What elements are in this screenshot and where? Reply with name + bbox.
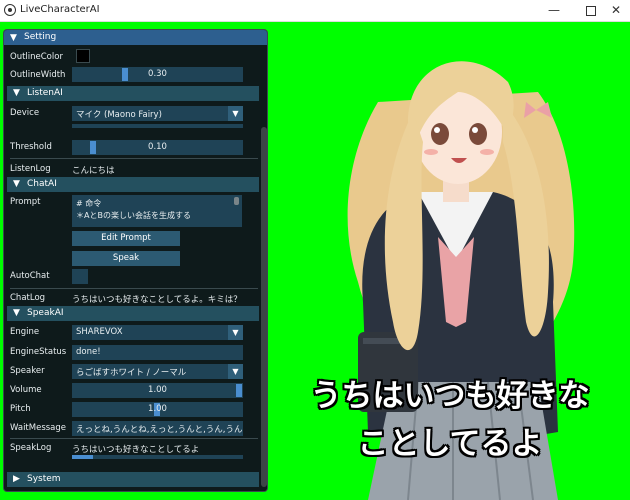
device-label: Device — [10, 108, 40, 118]
panel-title: Setting — [24, 32, 57, 42]
engine-combo[interactable]: SHAREVOX ▼ — [72, 325, 243, 340]
device-value: マイク (Maono Fairy) — [76, 110, 162, 120]
volume-slider[interactable]: 1.00 — [72, 383, 243, 398]
window-title: LiveCharacterAI — [20, 4, 100, 15]
speakai-title: SpeakAI — [27, 308, 64, 318]
eye-left — [431, 123, 449, 145]
threshold-value: 0.10 — [148, 142, 167, 152]
speaklog-progress-fill — [72, 455, 93, 459]
collapse-icon[interactable]: ▼ — [10, 33, 17, 43]
settings-panel: ▼ Setting OutlineColor OutlineWidth 0.30… — [3, 29, 268, 492]
chevron-down-icon[interactable]: ▼ — [228, 364, 243, 379]
outline-width-value: 0.30 — [148, 69, 167, 79]
speaklog-progress — [72, 455, 243, 459]
window-titlebar: LiveCharacterAI — ✕ — [0, 0, 630, 22]
subtitle-line2: ことしてるよ — [357, 426, 543, 462]
outline-width-slider[interactable]: 0.30 — [72, 67, 243, 82]
engine-status-value: done! — [76, 347, 101, 357]
outline-width-label: OutlineWidth — [10, 70, 66, 80]
device-level-meter — [72, 124, 243, 128]
pitch-slider[interactable]: 1.00 — [72, 402, 243, 417]
app-icon — [4, 4, 16, 16]
chatai-title: ChatAI — [27, 179, 57, 189]
autochat-label: AutoChat — [10, 271, 50, 281]
divider — [10, 438, 258, 439]
speaklog-label: SpeakLog — [10, 443, 52, 453]
threshold-label: Threshold — [10, 142, 52, 152]
waitmessage-value: えっとね,うんとね,えっと,うんと,うん,うんうん — [76, 425, 243, 435]
prompt-line2: ＊AとBの楽しい会話を生成する — [76, 211, 191, 220]
speaker-label: Speaker — [10, 366, 45, 376]
close-button[interactable]: ✕ — [598, 0, 630, 21]
listenai-title: ListenAI — [27, 88, 63, 98]
speakai-header[interactable]: ▼ SpeakAI — [7, 306, 259, 321]
pitch-value: 1.00 — [148, 404, 167, 414]
waitmessage-input[interactable]: えっとね,うんとね,えっと,うんと,うん,うんうん — [72, 421, 243, 436]
listenlog-value: こんにちは — [72, 166, 115, 176]
speak-button[interactable]: Speak — [72, 251, 180, 266]
volume-label: Volume — [10, 385, 42, 395]
speaklog-value: うちはいつも好きなことしてるよ — [72, 445, 200, 455]
outline-color-swatch[interactable] — [76, 49, 90, 63]
engine-status-label: EngineStatus — [10, 347, 67, 357]
collapse-icon: ▼ — [13, 88, 20, 98]
panel-titlebar[interactable]: ▼ Setting — [4, 30, 267, 45]
prompt-line1: # 命令 — [76, 199, 102, 208]
minimize-button[interactable]: — — [536, 0, 572, 21]
autochat-checkbox[interactable] — [72, 269, 88, 284]
prompt-label: Prompt — [10, 197, 41, 207]
listenai-header[interactable]: ▼ ListenAI — [7, 86, 259, 101]
collapse-icon: ▼ — [13, 308, 20, 318]
expand-icon: ▶ — [13, 474, 20, 484]
edit-prompt-button[interactable]: Edit Prompt — [72, 231, 180, 246]
outline-color-label: OutlineColor — [10, 52, 63, 62]
chevron-down-icon[interactable]: ▼ — [228, 106, 243, 121]
engine-value: SHAREVOX — [76, 327, 123, 337]
divider — [10, 158, 258, 159]
prompt-textarea[interactable]: # 命令 ＊AとBの楽しい会話を生成する — [72, 195, 242, 227]
speaker-value: らごばすホワイト / ノーマル — [76, 368, 187, 378]
scrollbar-thumb[interactable] — [261, 127, 267, 487]
subtitle: うちはいつも好きな ことしてるよ — [270, 372, 630, 468]
system-title: System — [27, 474, 61, 484]
threshold-slider[interactable]: 0.10 — [72, 140, 243, 155]
prompt-scrollbar[interactable] — [234, 197, 239, 205]
listenlog-label: ListenLog — [10, 164, 51, 174]
waitmessage-label: WaitMessage — [10, 423, 67, 433]
speaker-combo[interactable]: らごばすホワイト / ノーマル ▼ — [72, 364, 243, 379]
engine-label: Engine — [10, 327, 40, 337]
divider — [10, 288, 258, 289]
eye-right — [469, 123, 487, 145]
system-header[interactable]: ▶ System — [7, 472, 259, 487]
volume-value: 1.00 — [148, 385, 167, 395]
chatai-header[interactable]: ▼ ChatAI — [7, 177, 259, 192]
engine-status-field: done! — [72, 345, 243, 360]
chatlog-value: うちはいつも好きなことしてるよ。キミは？ — [72, 295, 242, 305]
device-combo[interactable]: マイク (Maono Fairy) ▼ — [72, 106, 243, 121]
collapse-icon: ▼ — [13, 179, 20, 189]
chevron-down-icon[interactable]: ▼ — [228, 325, 243, 340]
pitch-label: Pitch — [10, 404, 31, 414]
subtitle-line1: うちはいつも好きな — [310, 378, 590, 414]
maximize-icon — [586, 5, 596, 16]
chatlog-label: ChatLog — [10, 293, 46, 303]
